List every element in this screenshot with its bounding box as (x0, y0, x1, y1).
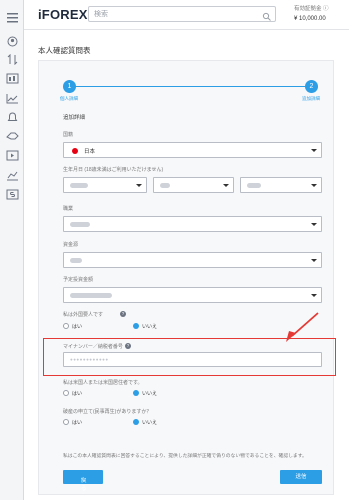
chart-icon[interactable] (6, 93, 19, 104)
account-balance: ¥ 10,000.00 (294, 16, 326, 22)
funds-label: 資金源 (63, 242, 79, 248)
user-icon[interactable] (6, 36, 19, 47)
chart-edit-icon[interactable] (6, 170, 19, 181)
top-header: iFOREX« 検索 有効証拠金 ⓘ ¥ 10,000.00 (24, 0, 349, 30)
back-button[interactable]: ‹ 戻る (63, 470, 103, 492)
nationality-label: 国籍 (63, 132, 74, 138)
us-person-yes-label[interactable]: はい (72, 390, 82, 397)
peps-no-radio[interactable] (133, 323, 139, 329)
my-number-label-text: マイナンバー／納税者番号 (63, 344, 123, 350)
left-nav-rail (0, 0, 24, 500)
bell-icon[interactable] (6, 112, 19, 123)
step-2-circle[interactable]: 2 (305, 80, 318, 93)
search-icon[interactable] (262, 9, 272, 21)
redacted-value (70, 293, 112, 298)
step-1-label: 個人詳細 (60, 96, 78, 101)
occupation-select[interactable] (63, 216, 322, 232)
peps-yes-radio[interactable] (63, 323, 69, 329)
my-number-value: ●●●●●●●●●●●● (70, 357, 109, 362)
chevron-down-icon (311, 184, 317, 187)
redacted-value (247, 183, 261, 188)
nationality-select[interactable]: 日本 (63, 142, 322, 158)
help-icon[interactable]: ? (120, 311, 126, 317)
market-icon[interactable] (6, 73, 19, 84)
logo-text: iFOREX (38, 7, 88, 22)
chevron-down-icon (311, 223, 317, 226)
redacted-value (70, 222, 90, 227)
brand-logo[interactable]: iFOREX« (38, 7, 95, 22)
chevron-down-icon (311, 294, 317, 297)
planned-amount-select[interactable] (63, 287, 322, 303)
menu-icon[interactable] (6, 12, 19, 23)
redacted-value (70, 258, 82, 263)
bankruptcy-yes-radio[interactable] (63, 419, 69, 425)
us-person-no-label[interactable]: いいえ (142, 390, 157, 397)
search-input[interactable]: 検索 (88, 6, 276, 22)
page-title: 本人確認質問表 (38, 46, 91, 55)
help-icon[interactable]: ? (125, 343, 131, 349)
my-number-input[interactable]: ●●●●●●●●●●●● (63, 352, 322, 367)
section-title: 追加詳細 (63, 115, 86, 121)
play-icon[interactable] (6, 150, 19, 161)
my-number-label: マイナンバー／納税者番号 (63, 343, 123, 350)
peps-yes-label[interactable]: はい (72, 323, 82, 330)
bankruptcy-no-radio[interactable] (133, 419, 139, 425)
submit-button[interactable]: 送信 (280, 470, 322, 484)
birth-month-select[interactable] (153, 177, 234, 193)
funds-select[interactable] (63, 252, 322, 268)
japan-flag-icon (72, 148, 78, 154)
us-person-no-radio[interactable] (133, 390, 139, 396)
occupation-label: 職業 (63, 206, 74, 212)
account-caption: 有効証拠金 ⓘ (294, 6, 329, 12)
chevron-down-icon (136, 184, 142, 187)
redacted-value (160, 183, 170, 188)
bankruptcy-label: 破産の申立て(民事再生)がありますか？ (63, 409, 152, 415)
bankruptcy-no-label[interactable]: いいえ (142, 419, 157, 426)
exchange-icon[interactable] (6, 131, 19, 142)
step-1-circle[interactable]: 1 (63, 80, 76, 93)
transfer-icon[interactable] (6, 54, 19, 65)
redacted-value (70, 183, 88, 188)
peps-no-label[interactable]: いいえ (142, 323, 157, 330)
chevron-down-icon (223, 184, 229, 187)
birthdate-label: 生年月日 (18歳未満はご利用いただけません) (63, 167, 164, 173)
dollar-icon[interactable] (6, 189, 19, 200)
step-progress-line (71, 86, 312, 87)
chevron-down-icon (311, 149, 317, 152)
birth-year-select[interactable] (240, 177, 322, 193)
nationality-value: 日本 (84, 149, 96, 155)
us-person-label: 私は米国人または米国居住者です。 (63, 380, 143, 386)
account-summary[interactable]: 有効証拠金 ⓘ ¥ 10,000.00 (294, 4, 329, 24)
peps-label-text: 私は外国要人です (63, 312, 104, 318)
peps-label: 私は外国要人です (63, 311, 103, 318)
back-button-label: 戻る (81, 478, 87, 492)
planned-amount-label: 予定投資金額 (63, 277, 94, 283)
step-2-label: 追加詳細 (302, 96, 320, 101)
confirmation-notice: 私はこの本人確認質問表に回答することにより、提供した詳細が正確で偽りのない物であ… (63, 454, 307, 459)
birth-day-select[interactable] (63, 177, 147, 193)
bankruptcy-yes-label[interactable]: はい (72, 419, 82, 426)
chevron-down-icon (311, 259, 317, 262)
us-person-yes-radio[interactable] (63, 390, 69, 396)
search-placeholder: 検索 (94, 11, 108, 18)
